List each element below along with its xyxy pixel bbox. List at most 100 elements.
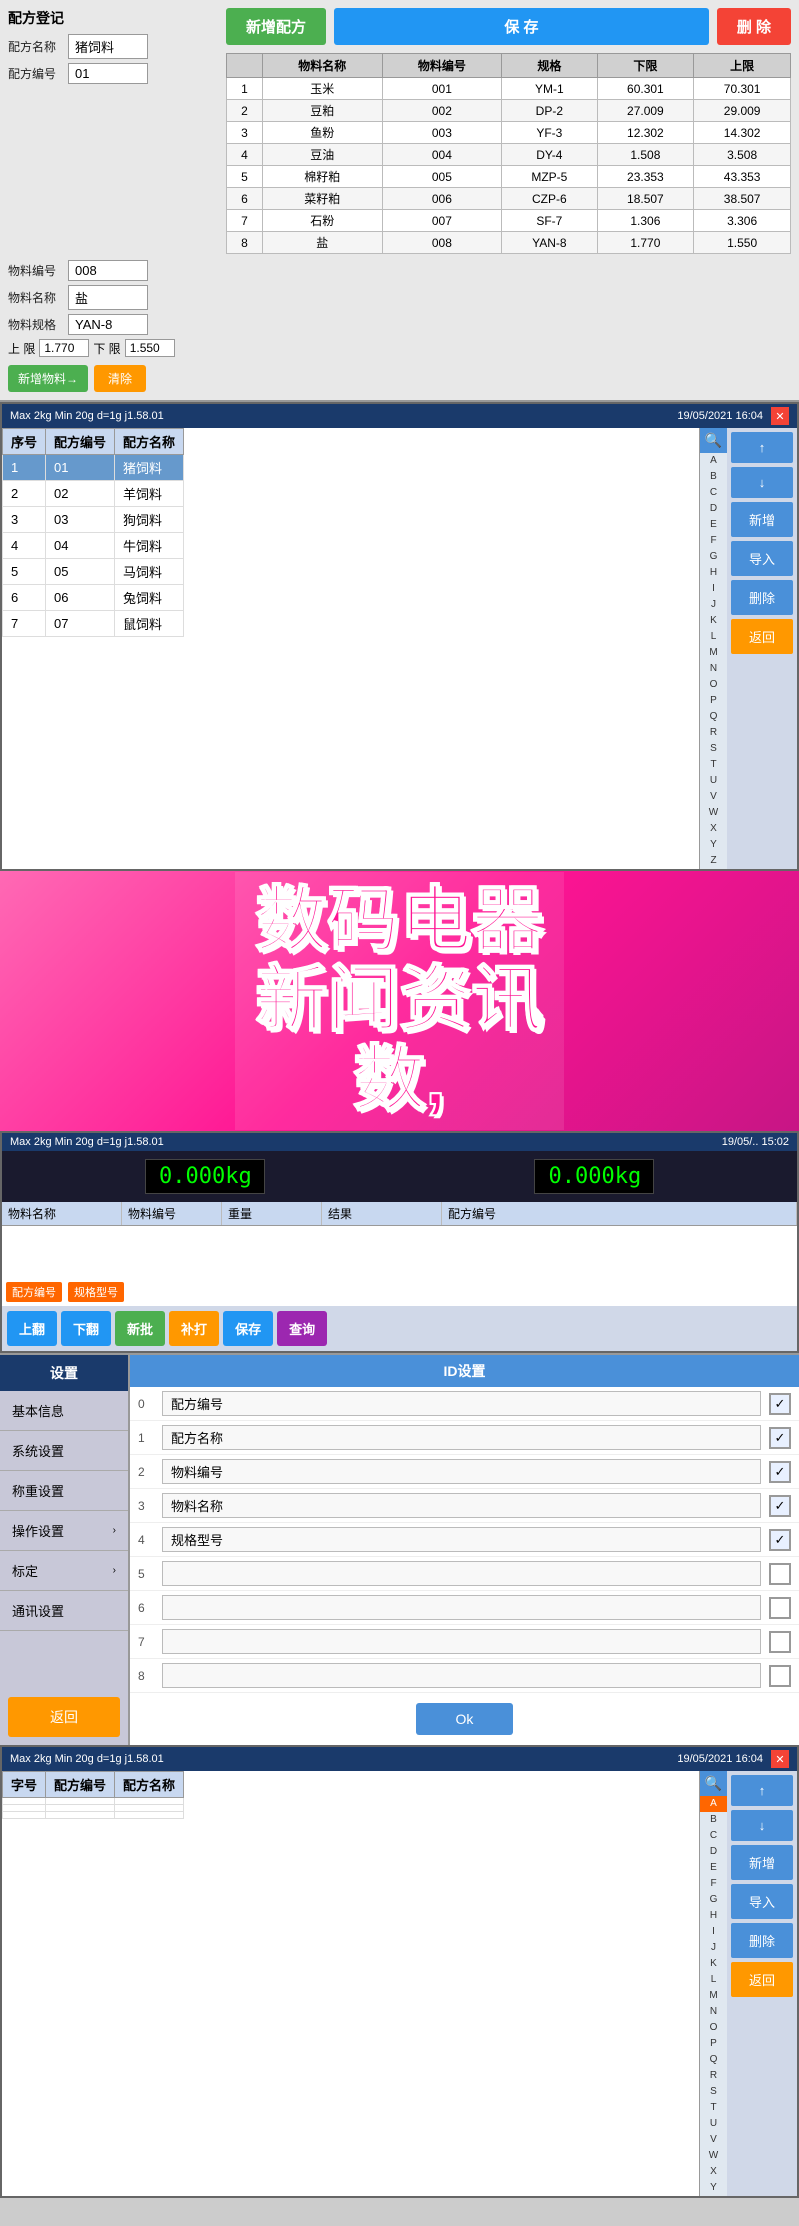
alphabet-letter[interactable]: J	[700, 597, 727, 613]
alphabet-letter[interactable]: D	[700, 501, 727, 517]
ingredient-row[interactable]: 5 棉籽粕 005 MZP-5 23.353 43.353	[227, 166, 791, 188]
import-button[interactable]: 导入	[731, 541, 793, 576]
alphabet-letter-2[interactable]: U	[700, 2116, 727, 2132]
formula-list-row-2[interactable]	[3, 1798, 184, 1805]
formula-list-row-2[interactable]	[3, 1812, 184, 1819]
alphabet-letter[interactable]: X	[700, 821, 727, 837]
settings-item[interactable]: 标定›	[0, 1551, 128, 1591]
alphabet-letter[interactable]: L	[700, 629, 727, 645]
alphabet-letter[interactable]: R	[700, 725, 727, 741]
alphabet-letter-2[interactable]: O	[700, 2020, 727, 2036]
id-row-input[interactable]	[162, 1425, 761, 1450]
alphabet-letter[interactable]: O	[700, 677, 727, 693]
formula-list-row[interactable]: 6 06 兔饲料	[3, 585, 184, 611]
alphabet-letter-2[interactable]: T	[700, 2100, 727, 2116]
alphabet-letter-2[interactable]: M	[700, 1988, 727, 2004]
ingredient-row[interactable]: 6 菜籽粕 006 CZP-6 18.507 38.507	[227, 188, 791, 210]
alphabet-letter[interactable]: A	[700, 453, 727, 469]
alphabet-letter[interactable]: C	[700, 485, 727, 501]
settings-back-button[interactable]: 返回	[8, 1697, 120, 1737]
import-button-2[interactable]: 导入	[731, 1884, 793, 1919]
alphabet-letter[interactable]: W	[700, 805, 727, 821]
delete-button-2[interactable]: 删除	[731, 1923, 793, 1958]
settings-item[interactable]: 操作设置›	[0, 1511, 128, 1551]
delete-button[interactable]: 删除	[731, 580, 793, 615]
formula-list-row[interactable]: 4 04 牛饲料	[3, 533, 184, 559]
alphabet-letter-2[interactable]: R	[700, 2068, 727, 2084]
alphabet-letter-2[interactable]: Y	[700, 2180, 727, 2196]
id-row-checkbox[interactable]: ✓	[769, 1529, 791, 1551]
ingredient-row[interactable]: 7 石粉 007 SF-7 1.306 3.306	[227, 210, 791, 232]
id-row-checkbox[interactable]	[769, 1631, 791, 1653]
close-button[interactable]: ✕	[771, 407, 789, 425]
alphabet-letter[interactable]: I	[700, 581, 727, 597]
search-icon[interactable]: 🔍	[700, 428, 727, 453]
settings-item[interactable]: 通讯设置	[0, 1591, 128, 1631]
alphabet-letter[interactable]: F	[700, 533, 727, 549]
up-button-2[interactable]: ↑	[731, 1775, 793, 1806]
formula-code-value[interactable]: 01	[68, 63, 148, 84]
alphabet-letter[interactable]: B	[700, 469, 727, 485]
alphabet-letter-2[interactable]: K	[700, 1956, 727, 1972]
id-row-input[interactable]	[162, 1663, 761, 1688]
id-row-input[interactable]	[162, 1527, 761, 1552]
id-row-checkbox[interactable]: ✓	[769, 1393, 791, 1415]
alphabet-letter[interactable]: T	[700, 757, 727, 773]
alphabet-letter-2[interactable]: A	[700, 1796, 727, 1812]
alphabet-letter[interactable]: U	[700, 773, 727, 789]
save-button[interactable]: 保 存	[334, 8, 709, 45]
id-row-input[interactable]	[162, 1629, 761, 1654]
ingredient-row[interactable]: 1 玉米 001 YM-1 60.301 70.301	[227, 78, 791, 100]
id-row-input[interactable]	[162, 1561, 761, 1586]
back-button[interactable]: 返回	[731, 619, 793, 654]
query-button[interactable]: 查询	[277, 1311, 327, 1346]
up-button[interactable]: ↑	[731, 432, 793, 463]
id-row-checkbox[interactable]: ✓	[769, 1461, 791, 1483]
ingredient-row[interactable]: 2 豆粕 002 DP-2 27.009 29.009	[227, 100, 791, 122]
delete-button[interactable]: 删 除	[717, 8, 791, 45]
down-button[interactable]: ↓	[731, 467, 793, 498]
ingredient-row[interactable]: 4 豆油 004 DY-4 1.508 3.508	[227, 144, 791, 166]
material-spec-value[interactable]: YAN-8	[68, 314, 148, 335]
alphabet-letter-2[interactable]: Q	[700, 2052, 727, 2068]
save-button[interactable]: 保存	[223, 1311, 273, 1346]
add-button-2[interactable]: 新增	[731, 1845, 793, 1880]
alphabet-letter[interactable]: G	[700, 549, 727, 565]
alphabet-letter-2[interactable]: W	[700, 2148, 727, 2164]
alphabet-letter[interactable]: Q	[700, 709, 727, 725]
alphabet-letter-2[interactable]: F	[700, 1876, 727, 1892]
id-row-checkbox[interactable]	[769, 1563, 791, 1585]
alphabet-letter-2[interactable]: X	[700, 2164, 727, 2180]
id-row-input[interactable]	[162, 1391, 761, 1416]
add-button[interactable]: 新增	[731, 502, 793, 537]
alphabet-letter-2[interactable]: S	[700, 2084, 727, 2100]
formula-name-value[interactable]: 猪饲料	[68, 34, 148, 59]
material-code-value[interactable]: 008	[68, 260, 148, 281]
search-icon-2[interactable]: 🔍	[700, 1771, 727, 1796]
lower-limit-value[interactable]: 1.550	[125, 339, 175, 357]
id-row-input[interactable]	[162, 1459, 761, 1484]
id-row-checkbox[interactable]	[769, 1597, 791, 1619]
id-row-checkbox[interactable]	[769, 1665, 791, 1687]
alphabet-letter[interactable]: H	[700, 565, 727, 581]
clear-button[interactable]: 清除	[94, 365, 146, 392]
alphabet-letter-2[interactable]: B	[700, 1812, 727, 1828]
alphabet-letter-2[interactable]: P	[700, 2036, 727, 2052]
id-row-input[interactable]	[162, 1493, 761, 1518]
alphabet-letter-2[interactable]: C	[700, 1828, 727, 1844]
alphabet-letter[interactable]: K	[700, 613, 727, 629]
alphabet-letter[interactable]: E	[700, 517, 727, 533]
material-name-value[interactable]: 盐	[68, 285, 148, 310]
alphabet-letter[interactable]: Z	[700, 853, 727, 869]
add-material-button[interactable]: 新增物料→	[8, 365, 88, 392]
supplement-button[interactable]: 补打	[169, 1311, 219, 1346]
down-button-2[interactable]: ↓	[731, 1810, 793, 1841]
alphabet-letter[interactable]: V	[700, 789, 727, 805]
alphabet-letter[interactable]: N	[700, 661, 727, 677]
new-formula-button[interactable]: 新增配方	[226, 8, 326, 45]
batch-button[interactable]: 新批	[115, 1311, 165, 1346]
id-row-checkbox[interactable]: ✓	[769, 1495, 791, 1517]
formula-list-row[interactable]: 2 02 羊饲料	[3, 481, 184, 507]
formula-list-row[interactable]: 1 01 猪饲料	[3, 455, 184, 481]
alphabet-letter[interactable]: M	[700, 645, 727, 661]
